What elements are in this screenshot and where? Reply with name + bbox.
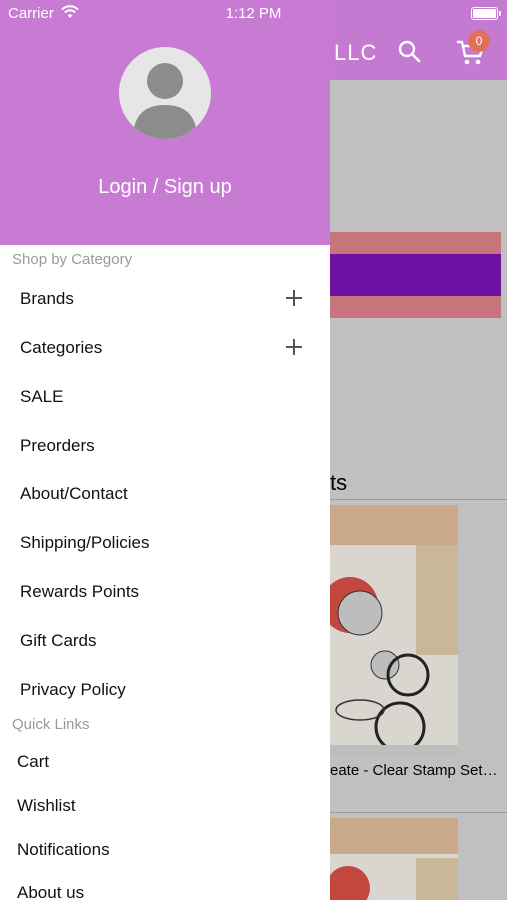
status-bar: Carrier 1:12 PM: [0, 0, 507, 28]
quick-link-cart[interactable]: Cart: [17, 752, 49, 772]
menu-item-rewards-points[interactable]: Rewards Points: [20, 582, 139, 602]
drawer-header: Login / Sign up: [0, 0, 330, 245]
login-signup-link[interactable]: Login / Sign up: [0, 176, 330, 199]
user-icon: [133, 63, 197, 139]
menu-item-gift-cards[interactable]: Gift Cards: [20, 631, 97, 651]
expand-plus-icon[interactable]: [286, 290, 302, 306]
section-label-quick-links: Quick Links: [12, 716, 90, 733]
menu-item-brands[interactable]: Brands: [20, 289, 74, 309]
quick-link-wishlist[interactable]: Wishlist: [17, 796, 76, 816]
product-title[interactable]: eate - Clear Stamp Set…: [330, 762, 507, 779]
menu-item-categories[interactable]: Categories: [20, 338, 102, 358]
divider: [330, 499, 507, 500]
expand-plus-icon[interactable]: [286, 339, 302, 355]
product-image[interactable]: [330, 505, 458, 755]
store-title: LLC: [334, 40, 378, 65]
menu-item-privacy-policy[interactable]: Privacy Policy: [20, 680, 126, 700]
section-title: ts: [330, 470, 348, 495]
quick-link-notifications[interactable]: Notifications: [17, 840, 110, 860]
section-label-shop-by-category: Shop by Category: [12, 251, 133, 268]
status-time: 1:12 PM: [225, 5, 282, 22]
quick-link-about-us[interactable]: About us: [17, 883, 84, 903]
side-drawer: Login / Sign up Shop by Category Brands …: [0, 0, 330, 903]
menu-item-shipping-policies[interactable]: Shipping/Policies: [20, 533, 149, 553]
battery-icon: [471, 7, 501, 20]
search-icon[interactable]: [396, 38, 424, 66]
product-image[interactable]: [330, 818, 458, 900]
menu-item-about-contact[interactable]: About/Contact: [20, 484, 128, 504]
cart-badge: 0: [468, 30, 490, 52]
menu-item-sale[interactable]: SALE: [20, 387, 63, 407]
divider: [330, 812, 507, 813]
avatar[interactable]: [119, 47, 211, 139]
promo-banner-strip: [330, 254, 501, 296]
menu-item-preorders[interactable]: Preorders: [20, 436, 95, 456]
